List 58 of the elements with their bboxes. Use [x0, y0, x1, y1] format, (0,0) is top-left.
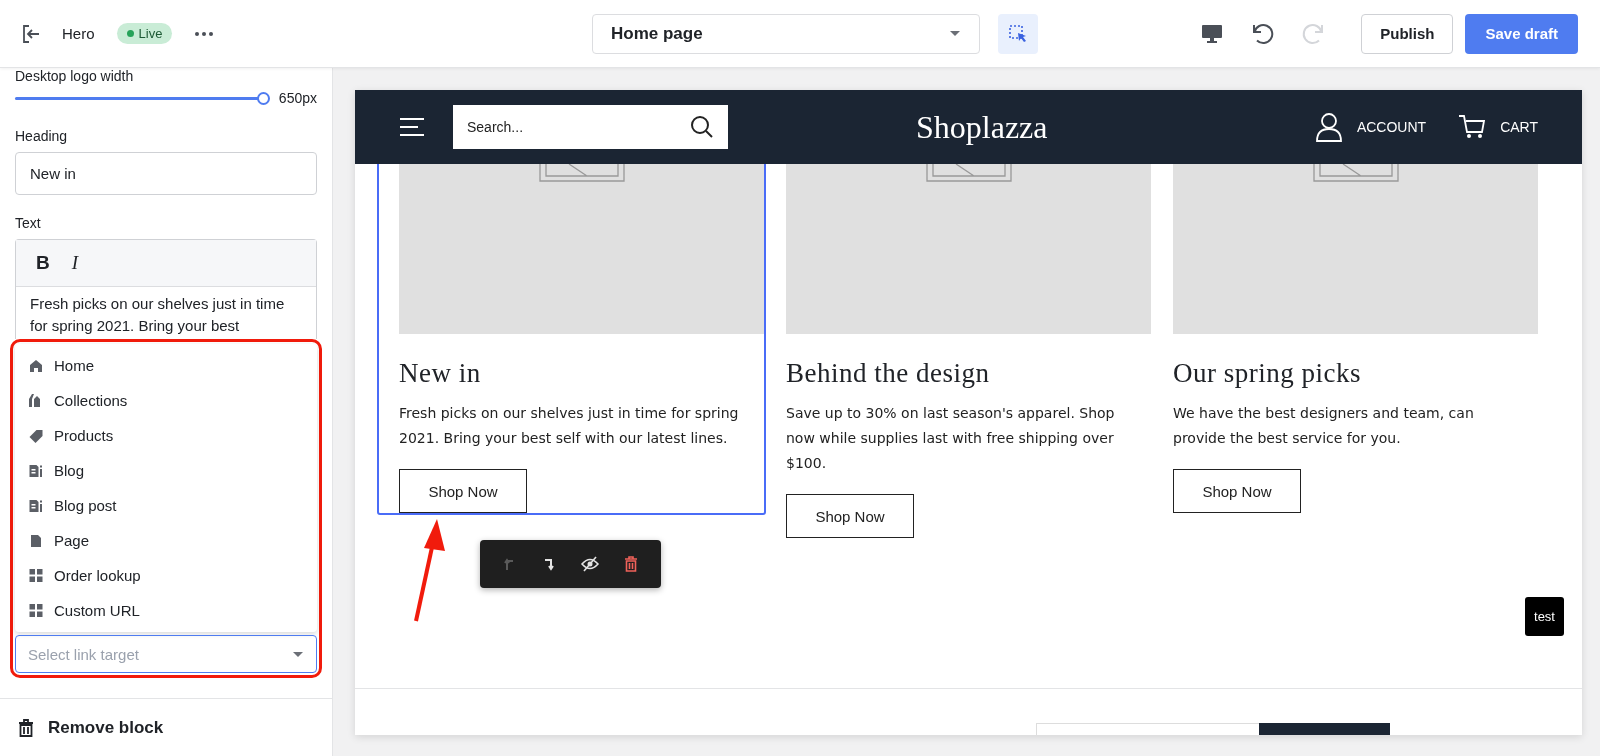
field-label: Text [15, 215, 42, 231]
user-icon [1314, 112, 1343, 142]
shop-now-button[interactable]: Shop Now [786, 494, 914, 538]
card-title: Our spring picks [1173, 358, 1362, 389]
card-title: New in [399, 358, 482, 389]
card-text: Save up to 30% on last season's apparel. Shop now while supplies last with free shipping over $100. [786, 404, 1116, 473]
shop-now-button[interactable]: Shop Now [399, 469, 527, 513]
card-title: Behind the design [786, 358, 991, 389]
remove-block-button[interactable]: Remove block [0, 698, 332, 756]
search-field[interactable]: Search... [453, 105, 728, 149]
page-icon [28, 533, 44, 548]
save-draft-button[interactable]: Save draft [1465, 13, 1578, 54]
menu-item[interactable]: Products [15, 418, 317, 453]
document-icon [28, 463, 44, 478]
grid-icon [28, 604, 44, 617]
search-icon [690, 115, 714, 139]
cursor-select-icon [1008, 23, 1028, 44]
account-link[interactable]: ACCOUNT [1314, 112, 1427, 142]
bold-button[interactable]: B [36, 252, 50, 274]
page-select[interactable]: Home page [592, 13, 980, 54]
document-icon [28, 498, 44, 513]
caret-icon [949, 30, 961, 37]
menu-item[interactable]: Order lookup [15, 558, 317, 593]
more-icon[interactable] [194, 30, 215, 37]
slider-value: 650px [278, 90, 317, 106]
field-label: Heading [15, 128, 69, 144]
menu-item[interactable]: Page [15, 523, 317, 558]
field-label: Desktop logo width [15, 68, 135, 84]
italic-button[interactable]: I [71, 252, 79, 274]
menu-item[interactable]: Blog post [15, 488, 317, 523]
cart-link[interactable]: CART [1458, 114, 1538, 140]
section-title: Hero [62, 25, 95, 42]
heading-field[interactable]: New in [15, 152, 317, 195]
menu-icon[interactable] [399, 117, 425, 137]
publish-button[interactable]: Publish [1361, 13, 1454, 54]
cart-icon [1458, 114, 1487, 140]
menu-item[interactable]: Custom URL [15, 593, 317, 628]
trash-icon [18, 718, 34, 737]
tag-icon [28, 428, 44, 443]
store-logo[interactable]: Shoplazza [916, 108, 1048, 146]
menu-item[interactable]: Collections [15, 383, 317, 418]
caret-icon [292, 650, 304, 658]
card-text: Fresh picks on our shelves just in time for spring 2021. Bring your best self with our latest lines. [399, 404, 740, 448]
exit-icon[interactable] [22, 24, 40, 43]
eye-off-icon[interactable] [581, 556, 600, 572]
status-badge: Live [116, 23, 173, 44]
menu-item[interactable]: Blog [15, 453, 317, 488]
desktop-icon[interactable] [1201, 23, 1224, 44]
trash-icon[interactable] [624, 556, 639, 572]
text-editor[interactable]: Fresh picks on our shelves just in time for spring 2021. Bring your best [16, 287, 316, 339]
test-badge[interactable]: test [1525, 597, 1564, 636]
grid-icon [28, 569, 44, 582]
card-text: We have the best designers and team, can provide the best service for you. [1173, 404, 1475, 448]
select-tool-button[interactable] [998, 13, 1038, 54]
slider[interactable] [15, 91, 271, 105]
shop-now-button[interactable]: Shop Now [1173, 469, 1301, 513]
house-icon [28, 358, 44, 373]
menu-item[interactable]: Home [15, 348, 317, 383]
